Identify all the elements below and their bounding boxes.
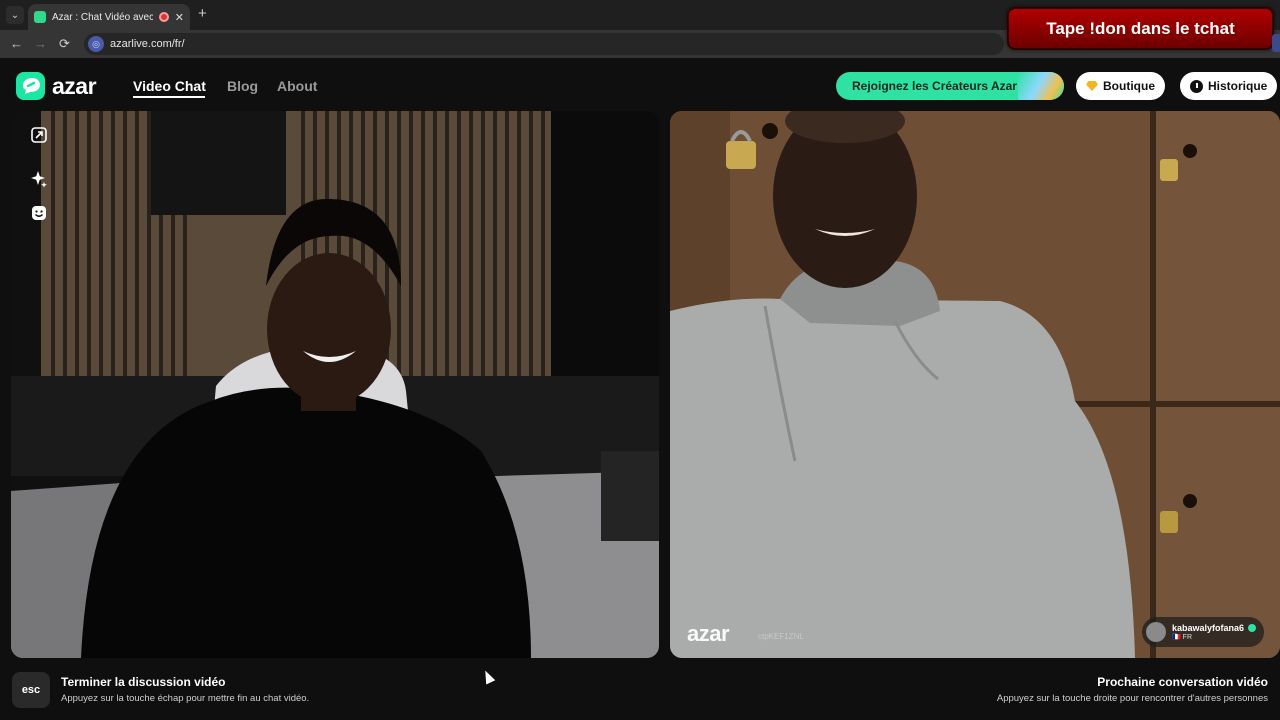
azar-watermark: azar: [687, 621, 730, 646]
end-chat-hint: Appuyez sur la touche échap pour mettre …: [61, 693, 310, 704]
tab-list-button[interactable]: ⌄: [6, 6, 24, 24]
nav-blog[interactable]: Blog: [227, 78, 258, 94]
resize-icon[interactable]: [27, 123, 51, 147]
history-button[interactable]: Historique: [1180, 72, 1278, 100]
browser-tab[interactable]: Azar : Chat Vidéo avec de n ✕: [28, 4, 190, 30]
forward-button[interactable]: →: [34, 36, 47, 52]
video-side-tools: [27, 123, 51, 235]
esc-key-button[interactable]: esc: [12, 672, 50, 708]
self-video-feed: [11, 111, 659, 658]
keyboard-hints-footer: esc Terminer la discussion vidéo Appuyez…: [0, 662, 1280, 720]
donate-banner: Tape !don dans le tchat: [1007, 7, 1274, 50]
creators-illustration-icon: [1018, 72, 1064, 100]
site-info-icon[interactable]: ◎: [88, 36, 104, 52]
verified-icon: [1248, 624, 1257, 632]
clock-icon: [1190, 79, 1203, 93]
next-chat-title: Prochaine conversation vidéo: [1097, 675, 1268, 689]
back-button[interactable]: ←: [10, 36, 23, 52]
join-creators-button[interactable]: Rejoignez les Créateurs Azar: [836, 72, 1064, 100]
history-label: Historique: [1208, 79, 1268, 93]
peer-avatar: [1146, 622, 1166, 642]
emoji-icon[interactable]: [27, 201, 51, 225]
join-creators-label: Rejoignez les Créateurs Azar: [852, 79, 1017, 93]
peer-name: kabawalyfofana6: [1172, 623, 1245, 633]
nav-about[interactable]: About: [277, 78, 317, 94]
peer-video-feed: [670, 111, 1280, 658]
peer-country: FR: [1182, 634, 1193, 641]
address-bar[interactable]: ◎ azarlive.com/fr/: [84, 33, 1004, 55]
azar-favicon-icon: [34, 11, 46, 23]
azar-logo[interactable]: azar: [16, 72, 97, 100]
watermark-code: ctpKEF1ZNL: [758, 632, 804, 641]
nav-video-chat[interactable]: Video Chat: [133, 78, 206, 94]
self-video-panel: [11, 111, 659, 658]
url-text[interactable]: azarlive.com/fr/: [110, 38, 185, 50]
next-chat-hint: Appuyez sur la touche droite pour rencon…: [996, 693, 1268, 704]
logo-text: azar: [52, 72, 97, 99]
shop-label: Boutique: [1103, 79, 1155, 93]
france-flag-icon: 🇫🇷: [1172, 634, 1181, 641]
nav-active-underline: [133, 96, 205, 98]
recording-indicator-icon: [158, 12, 169, 22]
end-chat-title: Terminer la discussion vidéo: [61, 675, 226, 689]
peer-profile-badge[interactable]: kabawalyfofana6 🇫🇷 FR: [1142, 617, 1264, 647]
extension-icon[interactable]: [1272, 34, 1280, 52]
new-tab-button[interactable]: +: [198, 6, 207, 22]
tab-close-icon[interactable]: ✕: [175, 11, 184, 24]
reload-button[interactable]: ⟳: [59, 36, 70, 52]
tab-title: Azar : Chat Vidéo avec de n: [52, 11, 153, 23]
sparkle-effects-icon[interactable]: [27, 167, 51, 191]
shop-button[interactable]: Boutique: [1076, 72, 1165, 100]
azar-logo-icon: [16, 72, 45, 100]
peer-video-panel: azar ctpKEF1ZNL kabawalyfofana6 🇫🇷 FR: [670, 111, 1280, 658]
gem-icon: [1086, 81, 1098, 91]
